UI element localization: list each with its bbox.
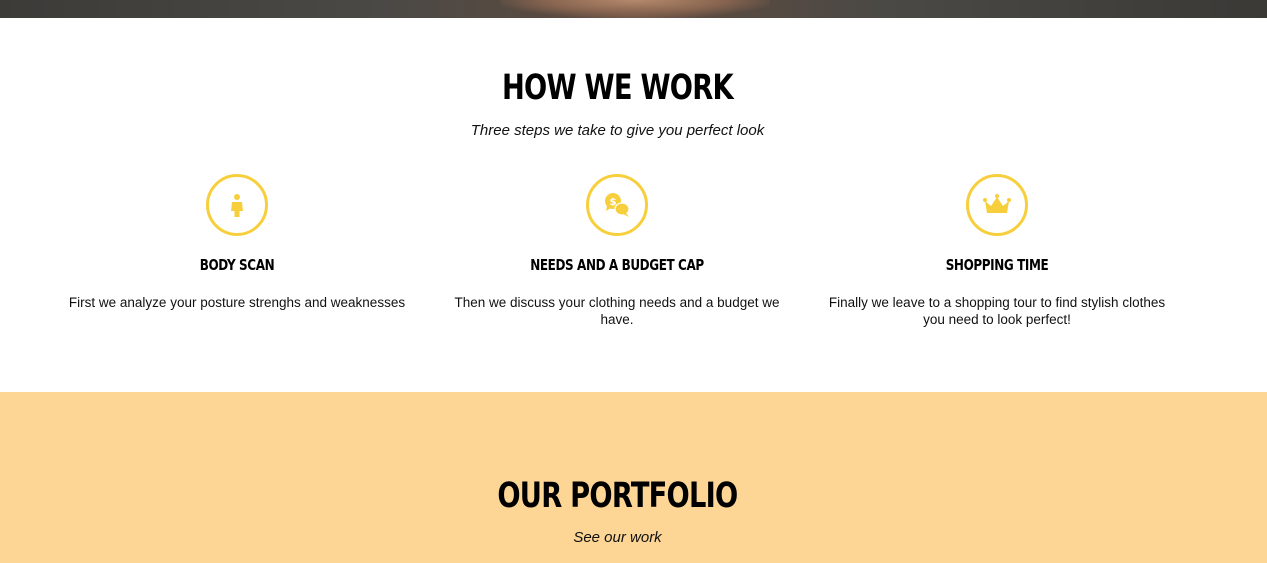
portfolio-title: Our Portfolio — [497, 476, 738, 516]
person-icon — [231, 194, 243, 217]
step-description: First we analyze your posture strenghs a… — [68, 295, 406, 310]
step-name: Body Scan — [199, 256, 275, 274]
step-shopping-time: Shopping time Finally we leave to a shop… — [812, 174, 1182, 328]
step-icon-circle: $ — [586, 174, 648, 236]
step-description: Finally we leave to a shopping tour to f… — [828, 295, 1166, 327]
money-chat-icon: $ — [605, 193, 630, 217]
step-body-scan: Body Scan First we analyze your posture … — [52, 174, 422, 311]
step-icon-circle — [206, 174, 268, 236]
step-name: Shopping time — [945, 256, 1049, 274]
step-name: Needs and a budget cap — [530, 256, 704, 274]
portfolio-section: Our Portfolio See our work — [0, 392, 1267, 563]
hero-image-strip — [0, 0, 1267, 18]
how-we-work-section: How We Work Three steps we take to give … — [0, 18, 1267, 392]
how-we-work-title: How We Work — [501, 68, 734, 108]
crown-icon — [983, 194, 1011, 213]
step-description: Then we discuss your clothing needs and … — [454, 295, 780, 327]
step-needs-budget: $ Needs and a budget cap Then we discuss… — [432, 174, 802, 328]
step-icon-circle — [966, 174, 1028, 236]
hero-photo — [500, 0, 770, 18]
portfolio-subtitle: See our work — [573, 529, 662, 546]
how-we-work-subtitle: Three steps we take to give you perfect … — [470, 122, 765, 139]
